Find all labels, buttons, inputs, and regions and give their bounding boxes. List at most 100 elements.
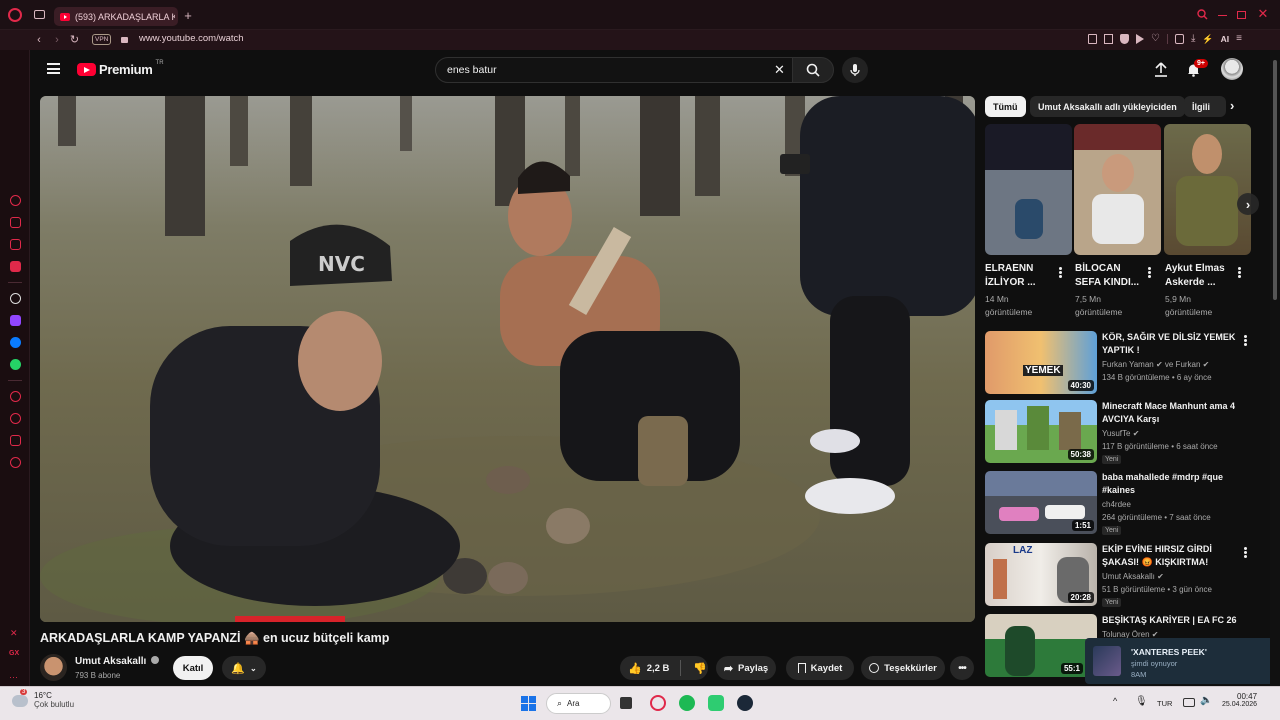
- network-icon[interactable]: [1183, 698, 1195, 707]
- tab-snap-icon[interactable]: [1088, 34, 1097, 44]
- maximize-window-icon[interactable]: [1237, 11, 1246, 19]
- page-scrollbar[interactable]: [1270, 50, 1280, 686]
- gx-corner-icon[interactable]: ✕: [10, 628, 18, 639]
- save-button[interactable]: Kaydet: [786, 656, 854, 680]
- taskbar-search[interactable]: ⌕ Ara: [546, 693, 611, 714]
- short-thumb-1[interactable]: [985, 124, 1072, 255]
- steam-icon[interactable]: [737, 695, 753, 711]
- twitch-icon[interactable]: [10, 315, 21, 326]
- back-icon[interactable]: ‹: [34, 33, 44, 46]
- rec-thumbnail-2[interactable]: 50:38: [985, 400, 1097, 463]
- rec-menu-icon[interactable]: [1244, 335, 1247, 346]
- vpn-badge[interactable]: VPN: [92, 34, 112, 45]
- new-tab-plus-icon[interactable]: +: [182, 8, 194, 23]
- workspaces-icon[interactable]: [34, 10, 45, 19]
- settings-icon[interactable]: [10, 457, 21, 468]
- adblock-shield-icon[interactable]: [1120, 34, 1129, 44]
- extensions-icon[interactable]: ⚡: [1202, 34, 1213, 44]
- download-icon[interactable]: ⤓: [1191, 34, 1195, 44]
- shorts-next-button[interactable]: ›: [1237, 193, 1259, 215]
- extensions-sidebar-icon[interactable]: [10, 435, 21, 446]
- rec-thumbnail-4[interactable]: LAZ 20:28: [985, 543, 1097, 606]
- gx-label-icon[interactable]: GX: [9, 650, 19, 657]
- channel-avatar[interactable]: [40, 654, 67, 681]
- rec-channel[interactable]: YusufTe ✔: [1102, 429, 1139, 438]
- short-title-1[interactable]: ELRAENN İZLİYOR ...: [985, 262, 1055, 290]
- search-tabs-icon[interactable]: [1196, 8, 1208, 20]
- channel-name[interactable]: Umut Aksakallı: [75, 656, 160, 667]
- reload-icon[interactable]: ↻: [69, 33, 80, 46]
- subscribed-bell-button[interactable]: 🔔 ⌄: [222, 656, 266, 680]
- player-icon[interactable]: [1136, 34, 1144, 44]
- now-playing-popup[interactable]: 'XANTERES PEEK' şimdi oynuyor 8AM: [1085, 638, 1273, 684]
- rec-thumbnail-3[interactable]: 1:51: [985, 471, 1097, 534]
- voice-search-button[interactable]: [842, 57, 868, 83]
- share-button[interactable]: ➦ Paylaş: [716, 656, 776, 680]
- task-view-icon[interactable]: [620, 697, 632, 709]
- chip-from-uploader[interactable]: Umut Aksakallı adlı yükleyiciden: [1030, 96, 1185, 117]
- music-player-icon[interactable]: [10, 391, 21, 402]
- language-indicator[interactable]: TUR: [1157, 699, 1172, 708]
- short-title-2[interactable]: BİLOCAN SEFA KINDI...: [1075, 262, 1145, 290]
- forward-icon[interactable]: ›: [52, 33, 62, 46]
- opera-logo-icon[interactable]: [8, 8, 22, 22]
- chip-all[interactable]: Tümü: [985, 96, 1026, 117]
- scrollbar-thumb[interactable]: [1273, 60, 1277, 300]
- join-button[interactable]: Katıl: [173, 656, 213, 680]
- clock[interactable]: 00:47 25.04.2026: [1222, 692, 1257, 708]
- rec-menu-icon[interactable]: [1244, 547, 1247, 558]
- list-item[interactable]: LAZ 20:28 EKİP EVİNE HIRSIZ GİRDİ ŞAKASI…: [985, 543, 1265, 607]
- url-text[interactable]: www.youtube.com/watch: [139, 33, 244, 44]
- list-item[interactable]: 1:51 baba mahallede #mdrp #que #kaines c…: [985, 471, 1265, 535]
- tab-youtube[interactable]: (593) ARKADAŞLARLA KA: [54, 7, 178, 26]
- minimize-window-icon[interactable]: [1218, 15, 1227, 16]
- menu-icon[interactable]: ≡: [1236, 34, 1242, 44]
- video-player[interactable]: NVC: [40, 96, 975, 622]
- account-avatar[interactable]: [1221, 58, 1243, 80]
- whatsapp-icon[interactable]: [10, 359, 21, 370]
- rec-title[interactable]: EKİP EVİNE HIRSIZ GİRDİ ŞAKASI! 😡 KIŞKIR…: [1102, 543, 1242, 569]
- rec-channel[interactable]: Furkan Yaman ✔ ve Furkan ✔: [1102, 360, 1209, 369]
- upload-icon[interactable]: [1154, 62, 1168, 82]
- more-actions-button[interactable]: •••: [950, 656, 974, 680]
- microphone-tray-icon[interactable]: 🎙: [1135, 696, 1148, 707]
- short-thumb-3[interactable]: [1164, 124, 1251, 255]
- short-2-menu-icon[interactable]: [1148, 267, 1151, 278]
- sidebar-more-icon[interactable]: ···: [9, 672, 18, 682]
- search-box[interactable]: enes batur ✕: [435, 57, 794, 83]
- chatgpt-icon[interactable]: [10, 293, 21, 304]
- search-button[interactable]: [792, 57, 834, 83]
- short-thumb-2[interactable]: [1074, 124, 1161, 255]
- thanks-button[interactable]: Teşekkürler: [861, 656, 945, 680]
- crypto-wallet-icon[interactable]: [10, 239, 21, 250]
- messenger-icon[interactable]: [10, 337, 21, 348]
- rec-thumbnail-5[interactable]: 55:1: [985, 614, 1097, 677]
- discord-icon[interactable]: [708, 695, 724, 711]
- ai-prompts-icon[interactable]: [10, 217, 21, 228]
- rec-title[interactable]: KÖR, SAĞIR VE DİLSİZ YEMEK YAPTIK !: [1102, 331, 1242, 357]
- thumbs-down-icon[interactable]: 👎: [693, 662, 707, 675]
- youtube-logo[interactable]: Premium TR: [77, 60, 164, 77]
- chip-related[interactable]: İlgili: [1184, 96, 1226, 117]
- chips-next-chevron-icon[interactable]: ›: [1230, 98, 1234, 113]
- short-3-menu-icon[interactable]: [1238, 267, 1241, 278]
- rec-thumbnail-1[interactable]: YEMEK 40:30: [985, 331, 1097, 394]
- screenshot-icon[interactable]: [1104, 34, 1113, 44]
- windows-start-icon[interactable]: [521, 696, 536, 711]
- gmail-icon[interactable]: [10, 261, 21, 272]
- list-item[interactable]: YEMEK 40:30 KÖR, SAĞIR VE DİLSİZ YEMEK Y…: [985, 331, 1265, 395]
- list-item[interactable]: 50:38 Minecraft Mace Manhunt ama 4 AVCIY…: [985, 400, 1265, 464]
- like-button[interactable]: 👍 2,2 B: [628, 662, 669, 675]
- clear-search-icon[interactable]: ✕: [774, 62, 785, 78]
- close-window-icon[interactable]: ✕: [1257, 6, 1269, 21]
- spotify-icon[interactable]: [679, 695, 695, 711]
- rec-title[interactable]: Minecraft Mace Manhunt ama 4 AVCIYA Karş…: [1102, 400, 1242, 426]
- rec-title[interactable]: BEŞİKTAŞ KARİYER | EA FC 26: [1102, 614, 1242, 627]
- tray-chevron-icon[interactable]: ^: [1113, 696, 1117, 706]
- search-input[interactable]: enes batur: [447, 64, 497, 76]
- short-1-menu-icon[interactable]: [1059, 267, 1062, 278]
- aria-ai-label[interactable]: AI: [1221, 34, 1230, 44]
- hamburger-menu-icon[interactable]: [47, 63, 60, 74]
- rec-channel[interactable]: Umut Aksakallı ✔: [1102, 572, 1164, 581]
- wallet-icon[interactable]: [1174, 34, 1184, 44]
